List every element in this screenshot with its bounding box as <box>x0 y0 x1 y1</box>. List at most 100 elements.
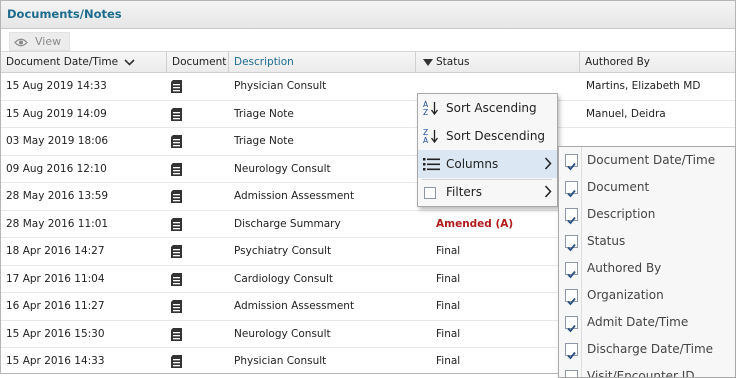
column-toggle-label: Status <box>587 234 626 248</box>
chevron-down-icon <box>124 58 135 66</box>
row-description: Physician Consult <box>234 355 327 367</box>
checkbox-icon <box>424 187 436 199</box>
column-header-date-label: Document Date/Time <box>6 56 119 68</box>
row-description: Triage Note <box>234 135 294 147</box>
row-date: 28 May 2016 13:59 <box>6 190 109 202</box>
sort-descending-label: Sort Descending <box>446 129 546 143</box>
row-status: Amended (A) <box>436 217 514 230</box>
column-toggle-label: Organization <box>587 288 664 302</box>
document-icon[interactable] <box>171 217 182 231</box>
list-icon <box>423 158 440 171</box>
column-toggle-item[interactable]: Discharge Date/Time <box>559 336 735 363</box>
view-button[interactable]: View <box>9 32 71 51</box>
sort-descending-icon: Z A <box>423 128 439 144</box>
row-description: Discharge Summary <box>234 217 341 230</box>
row-date: 09 Aug 2016 12:10 <box>6 162 107 175</box>
row-status: Final <box>436 245 461 257</box>
document-icon[interactable] <box>171 355 182 368</box>
checkmark-icon <box>567 189 576 198</box>
column-toggle-label: Discharge Date/Time <box>587 342 714 356</box>
column-toggle-item[interactable]: Status <box>559 228 735 255</box>
sort-ascending-item[interactable]: A Z Sort Ascending <box>418 94 557 122</box>
column-toggle-item[interactable]: Document <box>559 174 735 201</box>
row-description: Cardiology Consult <box>234 272 334 285</box>
column-toggle-label: Document Date/Time <box>587 153 716 167</box>
table-row[interactable]: 15 Aug 2019 14:33 Physician Consult Martin… <box>1 73 735 101</box>
document-icon[interactable] <box>171 300 182 313</box>
checkbox-icon[interactable] <box>565 370 578 377</box>
column-header-description[interactable]: Description <box>228 52 294 72</box>
view-button-label: View <box>35 35 62 48</box>
row-date: 15 Apr 2016 14:33 <box>6 355 105 367</box>
chevron-right-icon <box>544 157 552 170</box>
checkmark-icon <box>567 324 576 333</box>
sort-descending-item[interactable]: Z A Sort Descending <box>418 122 557 150</box>
document-icon[interactable] <box>171 107 182 121</box>
document-icon[interactable] <box>171 80 182 93</box>
document-icon[interactable] <box>171 135 182 148</box>
checkbox-icon[interactable] <box>565 235 578 252</box>
column-toggle-item[interactable]: Authored By <box>559 255 735 282</box>
column-context-menu: A Z Sort Ascending Z A Sort Descending C… <box>417 93 558 207</box>
document-icon[interactable] <box>171 272 182 286</box>
row-status: Final <box>436 327 461 340</box>
checkbox-icon[interactable] <box>565 181 578 198</box>
checkmark-icon <box>567 162 576 171</box>
column-header-document[interactable]: Document <box>166 52 226 72</box>
column-header-status[interactable]: Status <box>415 52 581 72</box>
row-description: Neurology Consult <box>234 162 331 175</box>
filters-item[interactable]: Filters <box>418 178 557 206</box>
sort-ascending-icon: A Z <box>423 100 439 116</box>
checkbox-icon[interactable] <box>565 208 578 225</box>
checkbox-icon[interactable] <box>565 289 578 306</box>
panel-title: Documents/Notes <box>1 1 735 29</box>
column-toggle-label: Visit/Encounter ID <box>587 369 695 378</box>
svg-text:A: A <box>423 136 429 144</box>
columns-item[interactable]: Columns <box>418 150 557 178</box>
row-description: Triage Note <box>234 107 294 120</box>
filters-label: Filters <box>446 185 482 199</box>
document-icon[interactable] <box>171 245 182 258</box>
checkbox-icon[interactable] <box>565 154 578 171</box>
checkmark-icon <box>567 297 576 306</box>
column-toggle-item[interactable]: Visit/Encounter ID <box>559 363 735 378</box>
sort-ascending-label: Sort Ascending <box>446 101 537 115</box>
row-status: Final <box>436 300 461 312</box>
checkmark-icon <box>567 243 576 252</box>
checkbox-icon[interactable] <box>565 343 578 360</box>
row-date: 16 Apr 2016 11:27 <box>6 300 105 312</box>
row-date: 15 Aug 2019 14:33 <box>6 80 107 92</box>
column-toggle-label: Admit Date/Time <box>587 315 689 329</box>
table-row[interactable]: 15 Aug 2019 14:09 Triage Note Manuel, Deid… <box>1 101 735 128</box>
row-status: Final <box>436 272 461 285</box>
checkbox-icon[interactable] <box>565 316 578 333</box>
column-toggle-label: Document <box>587 180 650 194</box>
column-toggle-label: Authored By <box>587 261 662 275</box>
row-description: Neurology Consult <box>234 327 331 340</box>
checkbox-icon[interactable] <box>565 262 578 279</box>
toolbar: View <box>1 29 735 52</box>
row-date: 17 Apr 2016 11:04 <box>6 272 105 285</box>
table-header: Document Date/Time Document Description … <box>1 52 735 73</box>
column-toggle-item[interactable]: Document Date/Time <box>559 147 735 174</box>
column-toggle-item[interactable]: Admit Date/Time <box>559 309 735 336</box>
checkmark-icon <box>567 270 576 279</box>
document-icon[interactable] <box>171 190 182 203</box>
row-description: Admission Assessment <box>234 190 355 202</box>
row-date: 18 Apr 2016 14:27 <box>6 245 105 257</box>
row-description: Admission Assessment <box>234 300 355 312</box>
sort-menu-triangle-icon <box>423 58 433 66</box>
row-date: 03 May 2019 18:06 <box>6 135 109 147</box>
document-icon[interactable] <box>171 327 182 341</box>
column-toggle-item[interactable]: Organization <box>559 282 735 309</box>
svg-text:Z: Z <box>423 108 428 116</box>
column-header-date[interactable]: Document Date/Time <box>6 52 135 72</box>
column-header-authored-by[interactable]: Authored By <box>579 52 650 72</box>
row-status: Final <box>436 355 461 367</box>
row-date: 28 May 2016 11:01 <box>6 217 109 230</box>
checkmark-icon <box>567 216 576 225</box>
column-toggle-label: Description <box>587 207 656 221</box>
document-icon[interactable] <box>171 162 182 176</box>
column-toggle-item[interactable]: Description <box>559 201 735 228</box>
row-date: 15 Aug 2019 14:09 <box>6 107 107 120</box>
